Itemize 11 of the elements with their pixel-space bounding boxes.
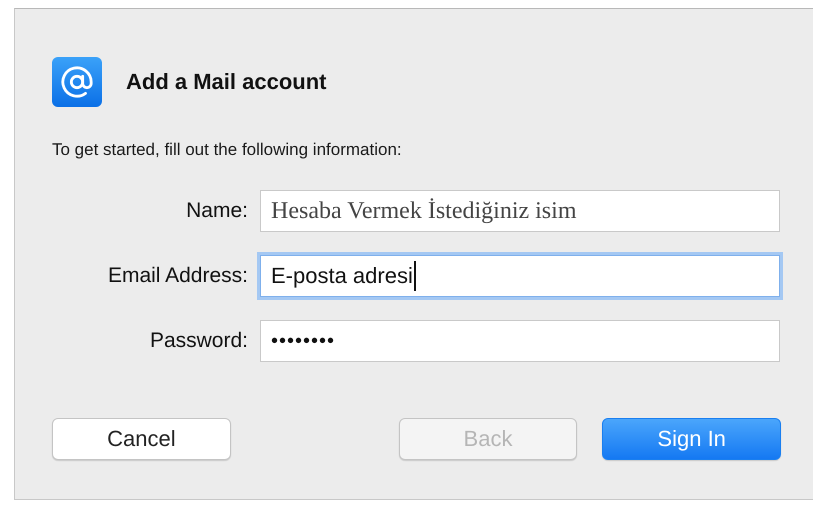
dialog-title: Add a Mail account — [126, 69, 326, 95]
dialog-button[interactable]: Cancel — [52, 418, 231, 460]
input-field[interactable]: Hesaba Vermek İstediğiniz isim — [260, 190, 780, 232]
input-field[interactable]: E-posta adresi — [260, 255, 780, 297]
field-label: Password: — [148, 329, 248, 353]
text-caret — [414, 261, 416, 291]
input-field[interactable]: •••••••• — [260, 320, 780, 362]
field-label: Name: — [185, 199, 248, 223]
intro-text: To get started, fill out the following information: — [52, 140, 403, 160]
field-label: Email Address: — [106, 264, 248, 288]
at-sign-icon — [52, 57, 102, 107]
